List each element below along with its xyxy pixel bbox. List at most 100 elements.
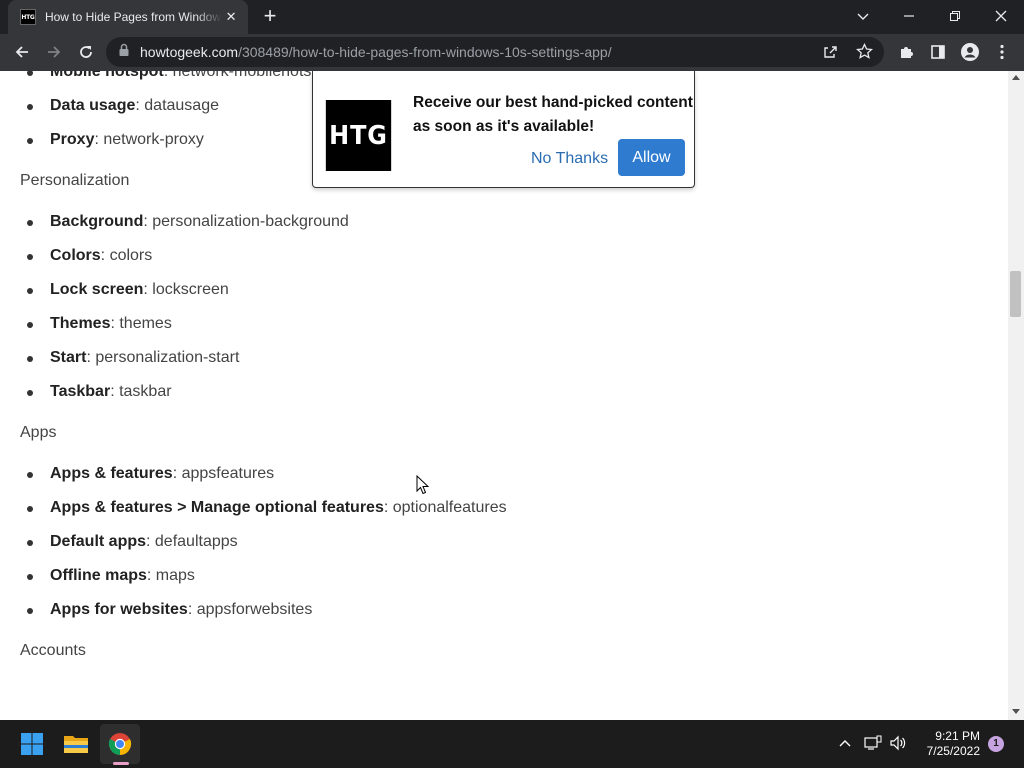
item-separator: : (383, 499, 393, 516)
menu-kebab-icon[interactable] (988, 38, 1016, 66)
item-label: Apps for websites (50, 601, 188, 618)
item-label: Proxy (50, 131, 95, 148)
system-clock[interactable]: 9:21 PM 7/25/2022 (920, 729, 980, 759)
active-app-indicator (113, 762, 129, 765)
list-item: Default apps: defaultapps (27, 525, 980, 559)
item-value: themes (119, 315, 172, 332)
address-bar[interactable]: howtogeek.com/308489/how-to-hide-pages-f… (106, 37, 884, 67)
minimize-button[interactable] (886, 0, 932, 32)
browser-toolbar: howtogeek.com/308489/how-to-hide-pages-f… (0, 34, 1024, 71)
url-text: howtogeek.com/308489/how-to-hide-pages-f… (140, 44, 612, 60)
htg-logo: HTG (325, 100, 392, 171)
scroll-up-arrow-icon[interactable] (1012, 74, 1020, 80)
list-item: Colors: colors (27, 239, 980, 273)
clock-time: 9:21 PM (935, 729, 980, 743)
new-tab-button[interactable]: + (258, 4, 282, 30)
htg-favicon-icon: HTG (20, 9, 36, 25)
item-separator: : (187, 601, 197, 618)
profile-icon[interactable] (956, 38, 984, 66)
bookmark-star-icon[interactable] (855, 42, 874, 65)
network-icon[interactable] (862, 732, 884, 754)
list-item: Offline maps: maps (27, 559, 980, 593)
side-panel-icon[interactable] (924, 38, 952, 66)
item-label: Start (50, 349, 87, 366)
tab-search-chevron-icon[interactable] (840, 0, 886, 32)
item-label: Default apps (50, 533, 147, 550)
no-thanks-button[interactable]: No Thanks (531, 141, 608, 177)
list-item: Background: personalization-background (27, 205, 980, 239)
file-explorer-button[interactable] (56, 724, 96, 764)
show-hidden-icons-chevron-icon[interactable] (834, 732, 856, 754)
section-heading-apps: Apps (20, 424, 57, 441)
notification-count-badge[interactable]: 1 (988, 736, 1004, 752)
apps-list: Apps & features: appsfeatures Apps & fea… (20, 457, 980, 627)
volume-icon[interactable] (887, 732, 909, 754)
item-label: Background (50, 213, 144, 230)
extensions-icon[interactable] (892, 38, 920, 66)
item-label: Lock screen (50, 281, 144, 298)
item-separator: : (163, 71, 173, 80)
start-button[interactable] (12, 724, 52, 764)
list-item: Apps for websites: appsforwebsites (27, 593, 980, 627)
chrome-icon (108, 733, 132, 755)
item-label: Apps & features (50, 465, 173, 482)
lock-icon[interactable] (118, 43, 130, 62)
item-separator: : (110, 383, 120, 400)
item-value: personalization-start (95, 349, 240, 366)
item-value: datausage (144, 97, 219, 114)
item-value: lockscreen (152, 281, 229, 298)
item-value: defaultapps (154, 533, 238, 550)
mouse-pointer-icon (416, 475, 430, 495)
section-heading-accounts: Accounts (20, 642, 86, 659)
close-window-button[interactable] (978, 0, 1024, 32)
clock-date: 7/25/2022 (926, 744, 980, 758)
tab-title: How to Hide Pages from Windows 10's Sett… (44, 10, 222, 24)
item-label: Mobile hotspot (50, 71, 164, 80)
list-item: Themes: themes (27, 307, 980, 341)
forward-button[interactable] (40, 38, 68, 66)
item-separator: : (100, 247, 110, 264)
item-value: network-mobilehotspot (172, 71, 334, 80)
url-path: /308489/how-to-hide-pages-from-windows-1… (238, 44, 612, 60)
item-value: appsforwebsites (196, 601, 313, 618)
page-scrollbar[interactable] (1008, 71, 1024, 720)
folder-icon (64, 736, 88, 753)
list-item: Lock screen: lockscreen (27, 273, 980, 307)
item-separator: : (86, 349, 96, 366)
windows-logo-icon (21, 733, 43, 755)
tab-active[interactable]: HTG How to Hide Pages from Windows 10's … (8, 0, 248, 34)
item-separator: : (143, 281, 153, 298)
item-value: colors (109, 247, 153, 264)
personalization-list: Background: personalization-background C… (20, 205, 980, 409)
item-separator: : (143, 213, 153, 230)
scrollbar-thumb[interactable] (1010, 271, 1021, 317)
scroll-down-arrow-icon[interactable] (1012, 709, 1020, 715)
push-notification-prompt: HTG Receive our best hand-picked content… (312, 71, 695, 188)
windows-taskbar: 9:21 PM 7/25/2022 (0, 720, 1024, 768)
item-label: Taskbar (50, 383, 111, 400)
url-host: howtogeek.com (140, 44, 239, 60)
list-item: Start: personalization-start (27, 341, 980, 375)
item-separator: : (146, 567, 156, 584)
allow-button[interactable]: Allow (618, 139, 685, 176)
list-item: Apps & features: appsfeatures (27, 457, 980, 491)
item-label: Apps & features > Manage optional featur… (50, 499, 384, 516)
list-item: Taskbar: taskbar (27, 375, 980, 409)
item-separator: : (146, 533, 155, 550)
item-value: appsfeatures (181, 465, 275, 482)
tab-close-icon[interactable]: ✕ (222, 9, 240, 25)
item-label: Data usage (50, 97, 136, 114)
reload-button[interactable] (72, 38, 100, 66)
chrome-taskbar-button[interactable] (100, 724, 140, 764)
prompt-message: Receive our best hand-picked content as … (413, 94, 693, 135)
item-label: Colors (50, 247, 101, 264)
item-separator: : (172, 465, 182, 482)
item-value: optionalfeatures (392, 499, 507, 516)
tab-strip: HTG How to Hide Pages from Windows 10's … (0, 0, 1024, 34)
item-label: Themes (50, 315, 111, 332)
share-icon[interactable] (822, 44, 838, 65)
item-separator: : (135, 97, 145, 114)
restore-button[interactable] (932, 0, 978, 32)
back-button[interactable] (8, 38, 36, 66)
item-value: network-proxy (103, 131, 204, 148)
